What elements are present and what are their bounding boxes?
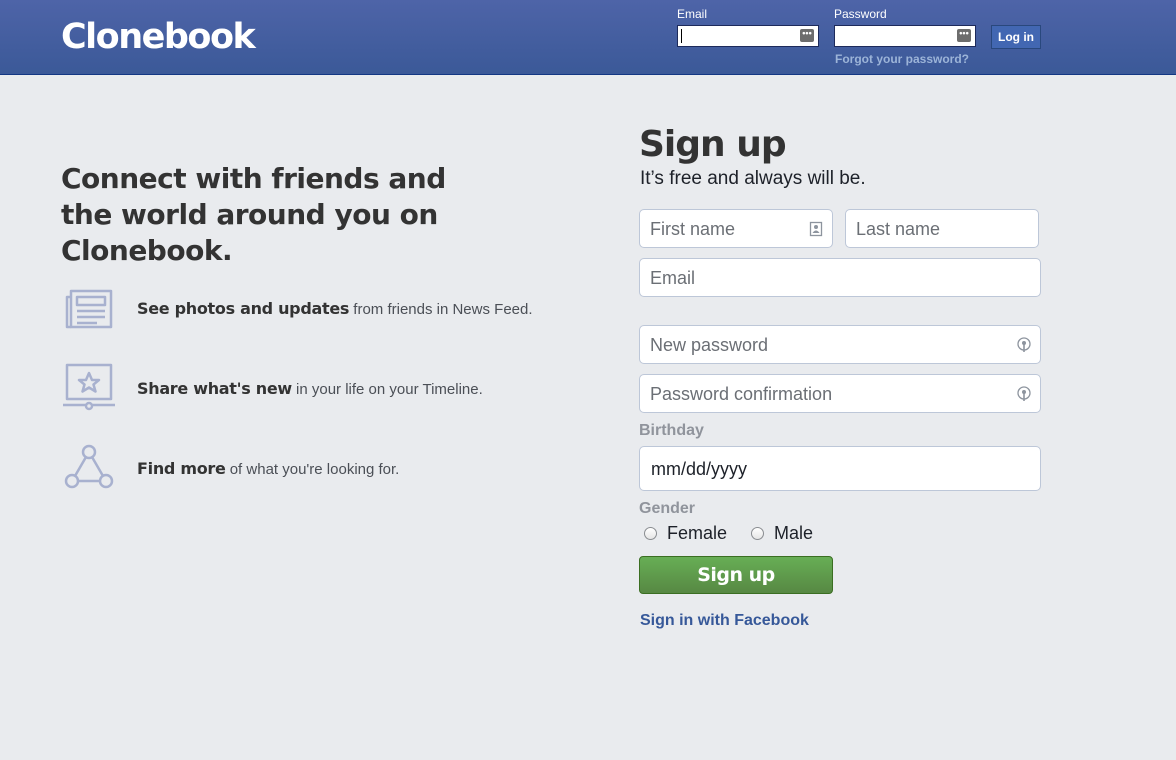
feature-bold-text: See photos and updates (137, 298, 350, 318)
feature-rest-text: of what you're looking for. (225, 460, 400, 478)
last-name-placeholder: Last name (856, 219, 941, 239)
feature-text: Share what's new in your life on your Ti… (137, 379, 483, 398)
password-confirmation-placeholder: Password confirmation (650, 384, 833, 404)
new-password-placeholder: New password (650, 335, 769, 355)
password-key-icon[interactable] (1017, 386, 1031, 402)
email-input[interactable]: Email (639, 258, 1041, 297)
last-name-input[interactable]: Last name (845, 209, 1039, 248)
login-button[interactable]: Log in (991, 25, 1041, 49)
top-header-bar: Clonebook Email ••• Password ••• Log in … (0, 0, 1176, 75)
feature-timeline: Share what's new in your life on your Ti… (61, 363, 483, 413)
password-manager-icon[interactable]: ••• (957, 29, 971, 42)
login-email-label: Email (677, 7, 708, 21)
gender-female-label[interactable]: Female (667, 523, 727, 544)
timeline-star-icon (63, 363, 115, 411)
birthday-date-input[interactable]: mm/dd/yyyy (639, 446, 1041, 491)
first-name-input[interactable]: First name (639, 209, 833, 248)
gender-male-label[interactable]: Male (774, 523, 813, 544)
login-password-input[interactable]: ••• (834, 25, 976, 47)
text-cursor (681, 29, 682, 43)
sign-in-with-facebook-link[interactable]: Sign in with Facebook (640, 612, 809, 630)
hero-tagline: Connect with friends and the world aroun… (61, 162, 446, 267)
password-manager-icon[interactable]: ••• (800, 29, 814, 42)
forgot-password-link[interactable]: Forgot your password? (835, 52, 969, 66)
gender-label: Gender (639, 500, 696, 517)
contact-card-icon[interactable] (809, 221, 823, 237)
feature-newsfeed: See photos and updates from friends in N… (61, 283, 533, 333)
login-email-input[interactable]: ••• (677, 25, 819, 47)
signup-subtitle: It’s free and always will be. (640, 168, 866, 189)
feature-text: Find more of what you're looking for. (137, 459, 399, 478)
email-placeholder: Email (650, 268, 696, 288)
signup-submit-button[interactable]: Sign up (639, 556, 833, 594)
newsfeed-icon (65, 289, 113, 329)
login-password-label: Password (834, 7, 887, 21)
birthday-label: Birthday (639, 422, 704, 439)
new-password-input[interactable]: New password (639, 325, 1041, 364)
feature-bold-text: Find more (137, 458, 226, 478)
network-icon (64, 444, 114, 489)
gender-female-radio[interactable] (644, 527, 657, 540)
birthday-value: mm/dd/yyyy (651, 459, 748, 479)
feature-text: See photos and updates from friends in N… (137, 299, 533, 318)
gender-male-radio[interactable] (751, 527, 764, 540)
clonebook-logo[interactable]: Clonebook (61, 17, 256, 57)
feature-find-more: Find more of what you're looking for. (61, 443, 399, 493)
first-name-placeholder: First name (650, 219, 736, 239)
password-key-icon[interactable] (1017, 337, 1031, 353)
feature-rest-text: from friends in News Feed. (349, 300, 533, 318)
password-confirmation-input[interactable]: Password confirmation (639, 374, 1041, 413)
signup-title: Sign up (639, 124, 787, 165)
feature-bold-text: Share what's new (137, 378, 292, 398)
feature-rest-text: in your life on your Timeline. (291, 380, 483, 398)
